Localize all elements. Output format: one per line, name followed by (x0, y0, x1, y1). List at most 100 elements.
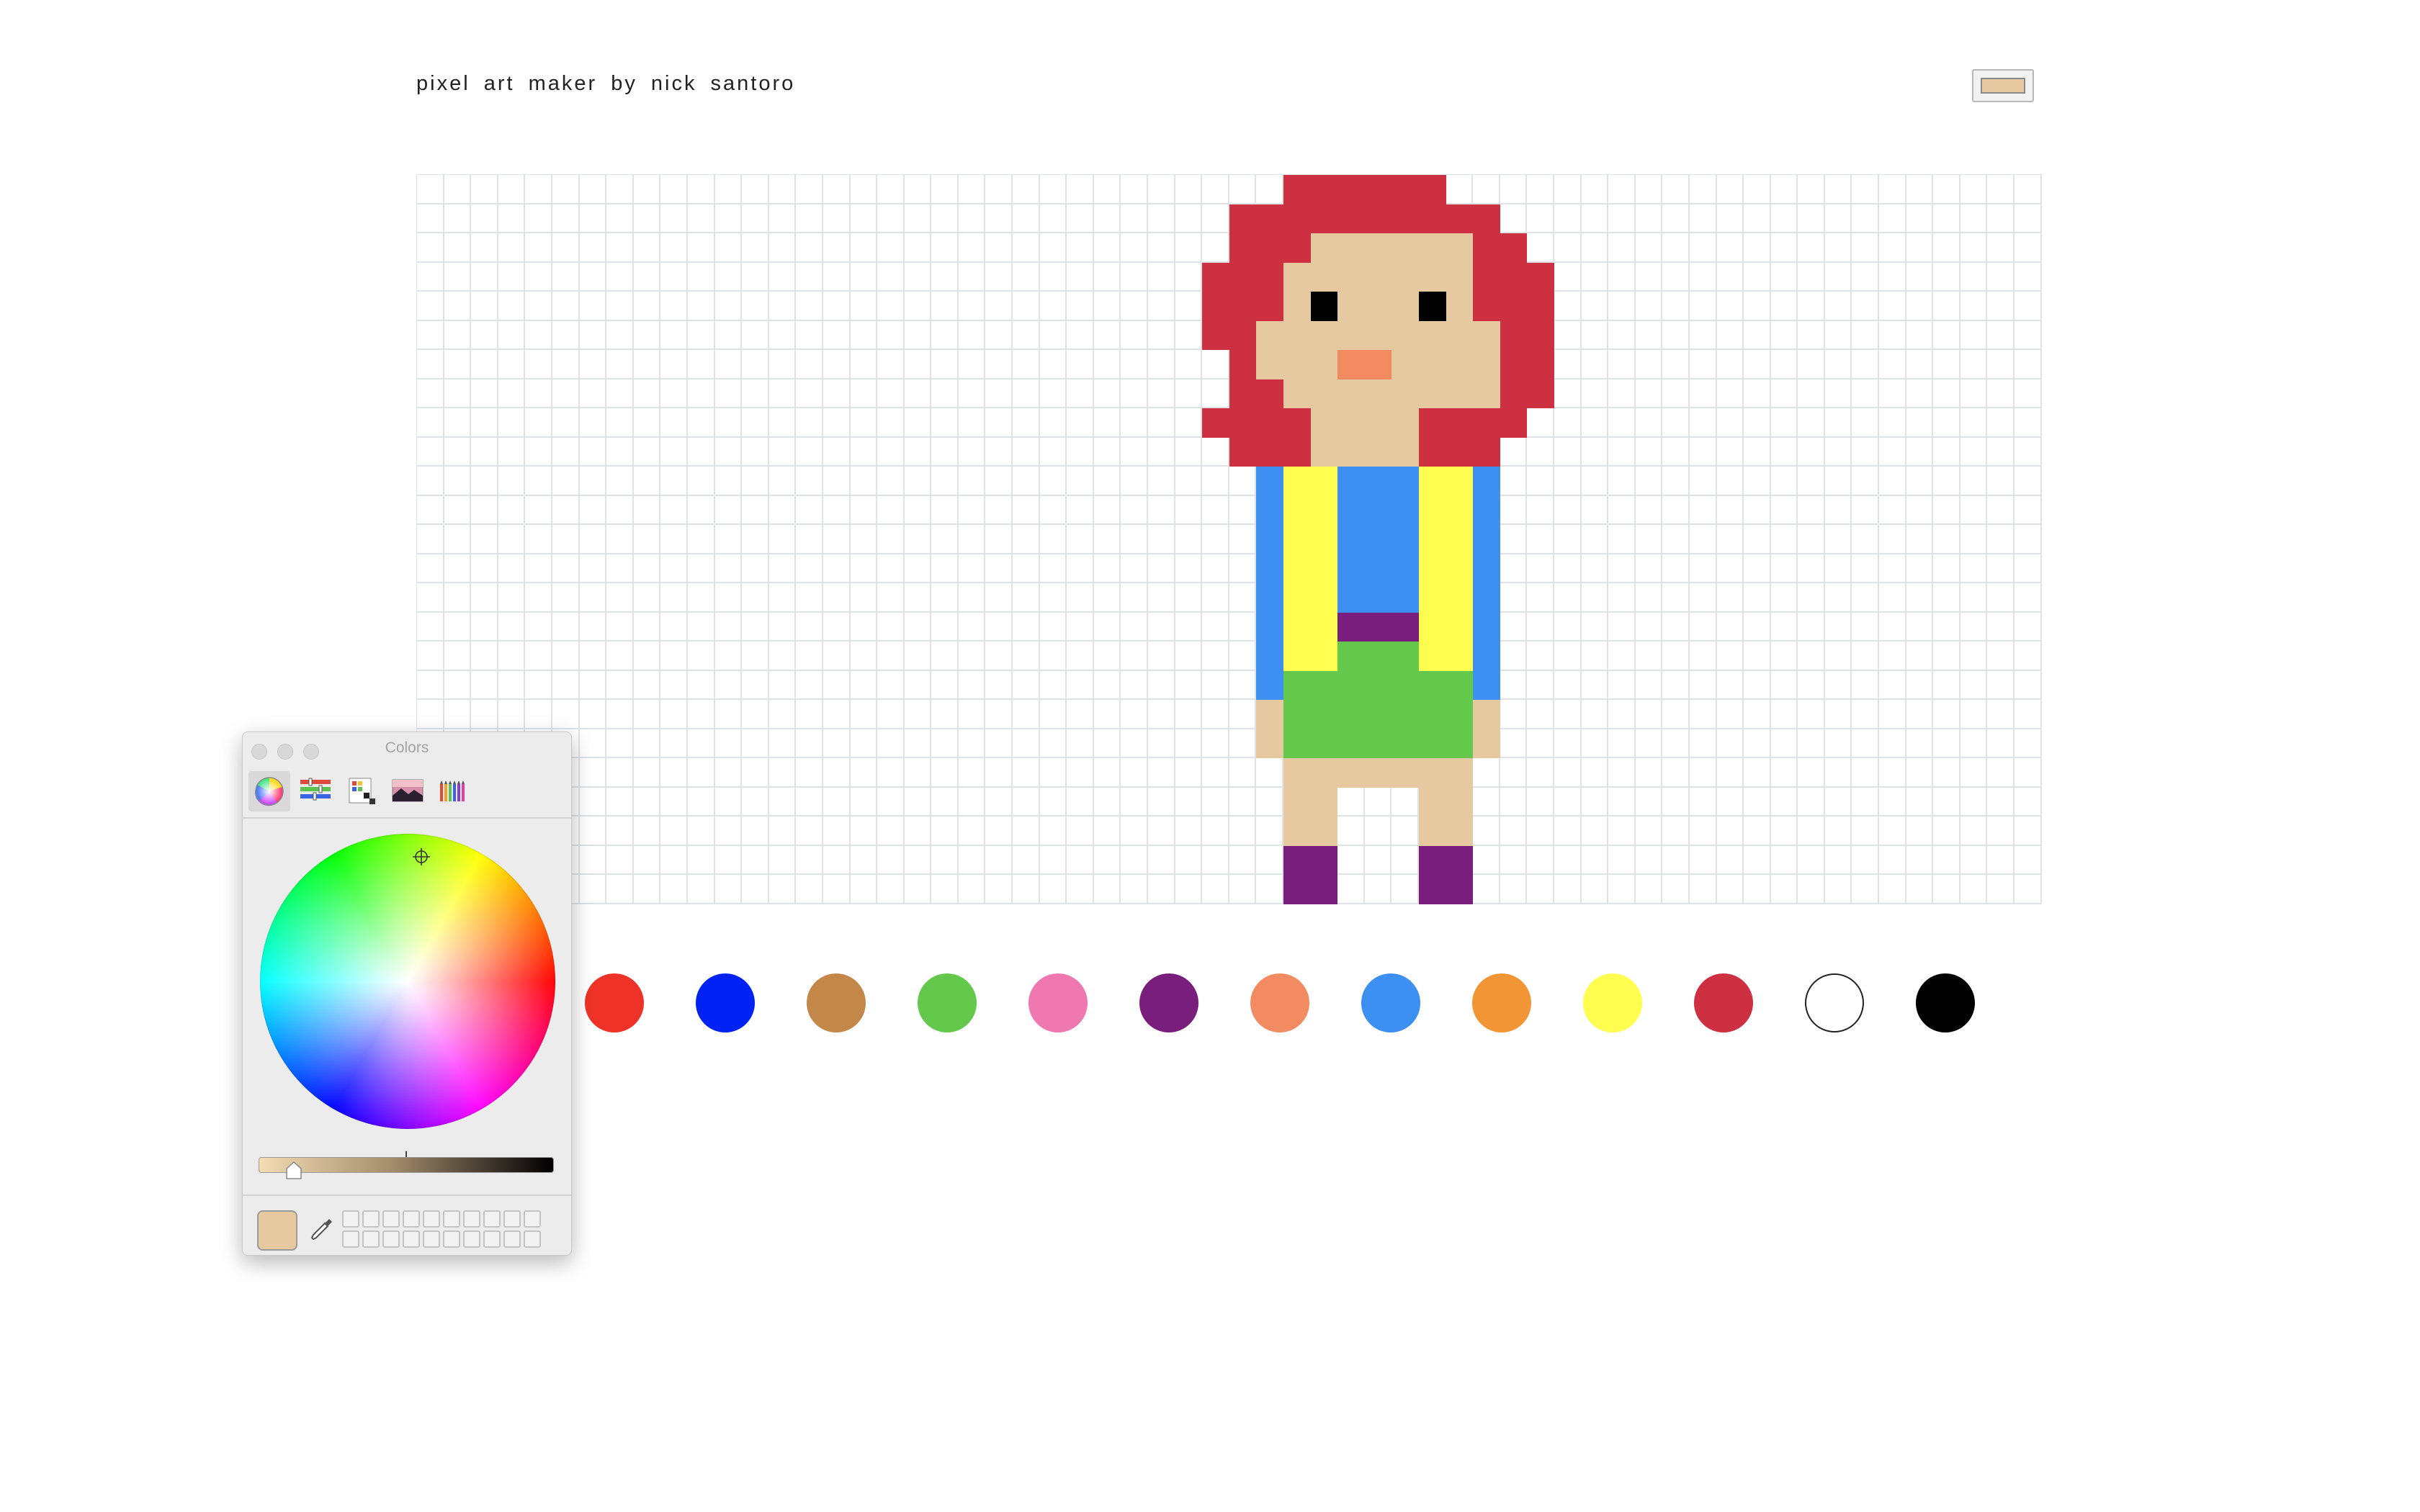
pixel-cell[interactable] (1039, 612, 1067, 642)
pixel-cell[interactable] (525, 292, 552, 321)
color-slot[interactable] (423, 1210, 440, 1228)
pixel-cell[interactable] (1933, 583, 1960, 613)
pixel-cell[interactable] (417, 437, 444, 467)
pixel-cell[interactable] (1933, 437, 1960, 467)
pixel-cell[interactable] (1581, 758, 1609, 788)
pixel-cell[interactable] (1229, 320, 1257, 350)
pixel-cell[interactable] (1798, 233, 1825, 263)
pixel-canvas[interactable] (416, 174, 2042, 904)
pixel-cell[interactable] (687, 525, 715, 554)
pixel-cell[interactable] (742, 467, 769, 496)
pixel-cell[interactable] (1093, 612, 1121, 642)
pixel-cell[interactable] (1175, 642, 1203, 671)
palette-color-green[interactable] (918, 973, 977, 1032)
pixel-cell[interactable] (985, 875, 1013, 904)
pixel-cell[interactable] (633, 816, 661, 846)
pixel-cell[interactable] (1689, 816, 1717, 846)
pixel-cell[interactable] (1770, 816, 1798, 846)
pixel-cell[interactable] (742, 320, 769, 350)
pixel-cell[interactable] (1446, 583, 1474, 613)
pixel-cell[interactable] (1337, 292, 1365, 321)
pixel-cell[interactable] (1689, 437, 1717, 467)
pixel-cell[interactable] (1906, 204, 1934, 233)
pixel-cell[interactable] (768, 554, 797, 583)
pixel-cell[interactable] (1581, 612, 1609, 642)
pixel-cell[interactable] (1770, 583, 1798, 613)
color-slot[interactable] (483, 1210, 501, 1228)
pixel-cell[interactable] (985, 437, 1013, 467)
pixel-cell[interactable] (417, 175, 444, 204)
palette-color-black[interactable] (1916, 973, 1975, 1032)
pixel-cell[interactable] (1798, 845, 1825, 875)
pixel-cell[interactable] (687, 787, 715, 816)
pixel-cell[interactable] (1202, 816, 1229, 846)
pixel-cell[interactable] (1824, 700, 1852, 729)
pixel-cell[interactable] (1987, 350, 2015, 379)
pixel-cell[interactable] (1716, 379, 1744, 408)
pixel-cell[interactable] (1716, 642, 1744, 671)
pixel-cell[interactable] (1337, 612, 1365, 642)
pixel-cell[interactable] (823, 233, 851, 263)
pixel-cell[interactable] (768, 437, 797, 467)
pixel-cell[interactable] (687, 467, 715, 496)
pixel-cell[interactable] (1283, 320, 1311, 350)
pixel-cell[interactable] (1770, 525, 1798, 554)
pixel-cell[interactable] (1635, 350, 1663, 379)
pixel-cell[interactable] (606, 612, 634, 642)
pixel-cell[interactable] (1554, 437, 1582, 467)
pixel-cell[interactable] (1256, 525, 1283, 554)
pixel-cell[interactable] (823, 175, 851, 204)
pixel-cell[interactable] (1364, 845, 1392, 875)
pixel-cell[interactable] (471, 554, 498, 583)
color-slot[interactable] (382, 1210, 400, 1228)
pixel-cell[interactable] (1608, 175, 1636, 204)
pixel-cell[interactable] (525, 350, 552, 379)
pixel-cell[interactable] (444, 408, 472, 438)
pixel-cell[interactable] (1337, 583, 1365, 613)
pixel-cell[interactable] (1527, 525, 1554, 554)
pixel-cell[interactable] (1852, 320, 1880, 350)
pixel-cell[interactable] (579, 700, 607, 729)
pixel-cell[interactable] (850, 350, 878, 379)
pixel-cell[interactable] (1744, 845, 1771, 875)
pixel-cell[interactable] (1824, 379, 1852, 408)
pixel-cell[interactable] (2015, 758, 2042, 788)
pixel-cell[interactable] (1554, 670, 1582, 700)
pixel-cell[interactable] (1689, 583, 1717, 613)
pixel-cell[interactable] (714, 350, 743, 379)
pixel-cell[interactable] (850, 612, 878, 642)
pixel-cell[interactable] (1392, 408, 1419, 438)
pixel-cell[interactable] (1310, 787, 1338, 816)
pixel-cell[interactable] (877, 175, 905, 204)
pixel-cell[interactable] (1229, 583, 1257, 613)
pixel-cell[interactable] (1229, 845, 1257, 875)
pixel-cell[interactable] (1500, 495, 1528, 525)
pixel-cell[interactable] (525, 642, 552, 671)
pixel-cell[interactable] (1446, 670, 1474, 700)
pixel-cell[interactable] (823, 408, 851, 438)
pixel-cell[interactable] (1418, 292, 1446, 321)
pixel-cell[interactable] (525, 554, 552, 583)
pixel-cell[interactable] (1283, 787, 1311, 816)
pixel-cell[interactable] (1148, 612, 1175, 642)
pixel-cell[interactable] (768, 233, 797, 263)
pixel-cell[interactable] (904, 495, 932, 525)
pixel-cell[interactable] (1662, 204, 1690, 233)
color-slot[interactable] (403, 1210, 420, 1228)
pixel-cell[interactable] (1310, 350, 1338, 379)
pixel-cell[interactable] (1798, 583, 1825, 613)
pixel-cell[interactable] (1310, 729, 1338, 758)
pixel-cell[interactable] (1093, 787, 1121, 816)
pixel-cell[interactable] (579, 379, 607, 408)
pixel-cell[interactable] (1906, 875, 1934, 904)
pixel-cell[interactable] (714, 816, 743, 846)
pixel-cell[interactable] (1337, 320, 1365, 350)
pixel-cell[interactable] (1798, 175, 1825, 204)
pixel-cell[interactable] (1770, 700, 1798, 729)
pixel-cell[interactable] (768, 495, 797, 525)
pixel-cell[interactable] (1987, 204, 2015, 233)
pixel-cell[interactable] (877, 642, 905, 671)
pixel-cell[interactable] (823, 467, 851, 496)
pixel-cell[interactable] (1093, 320, 1121, 350)
pixel-cell[interactable] (1581, 408, 1609, 438)
